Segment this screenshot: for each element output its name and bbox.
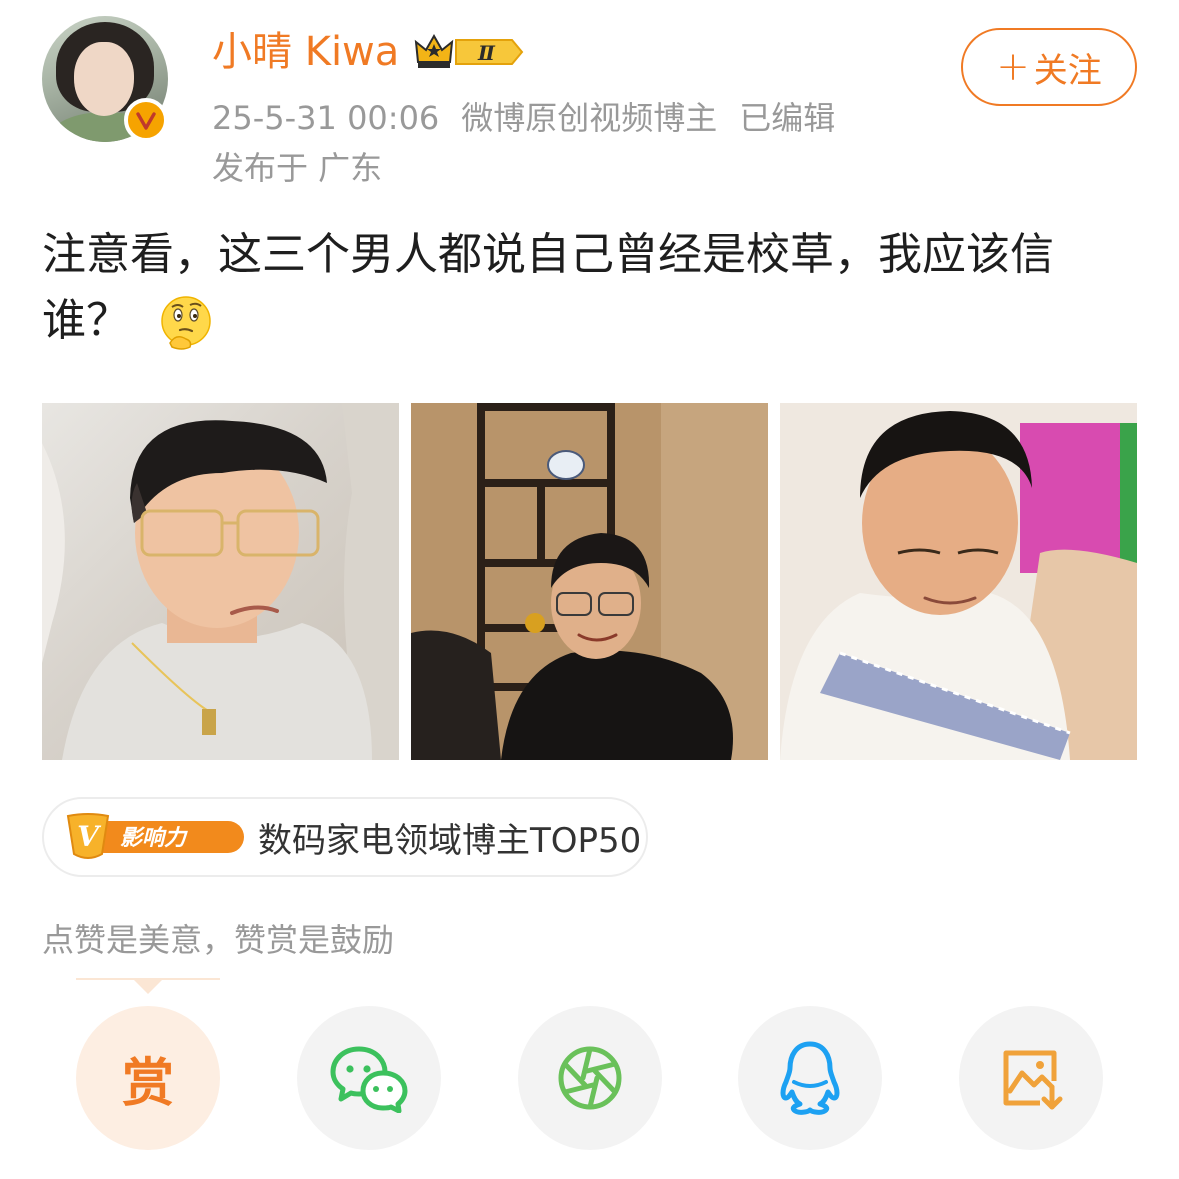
influence-badge-label: 影响力 [120,826,188,851]
verified-badge-icon [124,98,168,142]
reward-tip-arrow [134,980,162,994]
photo-1-illustration [42,403,399,760]
thinking-face-icon [161,296,211,350]
save-image-icon [1003,1050,1063,1110]
follow-button[interactable]: + 关注 [961,28,1137,106]
qq-icon [780,1041,840,1115]
author-name[interactable]: 小晴 Kiwa [212,28,399,76]
photo-3-illustration [780,403,1137,760]
wechat-moments-icon [558,1046,622,1110]
qq-share-button[interactable] [738,1006,882,1150]
plus-icon: + [996,44,1030,90]
edited-label[interactable]: 已编辑 [739,99,835,137]
follow-label: 关注 [1033,50,1102,91]
post-photo-3[interactable] [780,403,1137,760]
influence-text: 数码家电领域博主TOP50 [258,820,642,861]
save-image-button[interactable] [959,1006,1103,1150]
member-level: Ⅱ [477,41,496,65]
photo-2-illustration [411,403,768,760]
post-photo-1[interactable] [42,403,399,760]
influence-v-letter: V [77,820,102,853]
post-timestamp: 25-5-31 00:06 [212,99,440,137]
post-text: 注意看，这三个男人都说自己曾经是校草，我应该信谁？ [42,222,1132,354]
moments-share-button[interactable] [518,1006,662,1150]
post-source[interactable]: 微博原创视频博主 [461,99,717,137]
post-photo-2[interactable] [411,403,768,760]
reward-hint: 点赞是美意，赞赏是鼓励 [42,921,395,959]
influence-icon: V 影响力 [66,813,244,859]
influence-badge[interactable]: V 影响力 数码家电领域博主TOP50 [42,797,648,877]
reward-button[interactable]: 赏 [76,1006,220,1150]
wechat-share-button[interactable] [297,1006,441,1150]
post-meta: 25-5-31 00:06 微博原创视频博主 已编辑 [212,96,857,140]
reward-label: 赏 [121,1053,174,1114]
member-crown-icon[interactable]: Ⅱ [412,32,526,72]
post-location: 发布于 广东 [212,149,383,187]
wechat-icon [330,1046,408,1113]
